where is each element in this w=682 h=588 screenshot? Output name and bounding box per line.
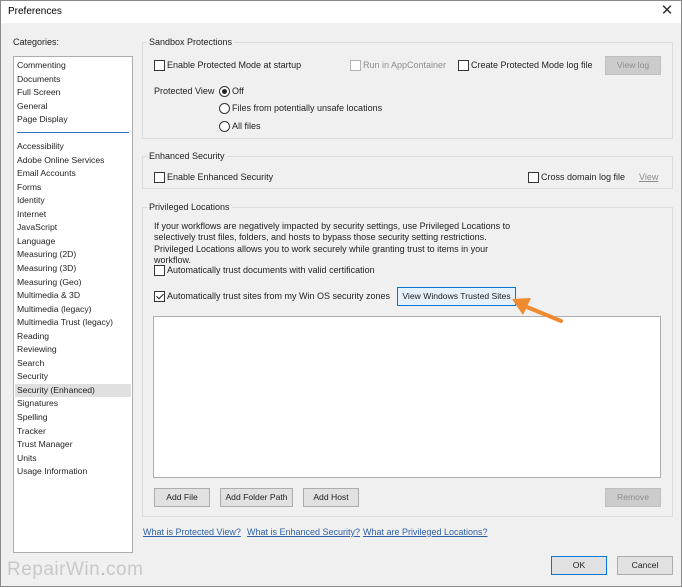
preferences-window: Preferences ✕ Categories: Commenting Docu… <box>0 0 682 587</box>
annotation-arrow-icon <box>512 298 563 323</box>
